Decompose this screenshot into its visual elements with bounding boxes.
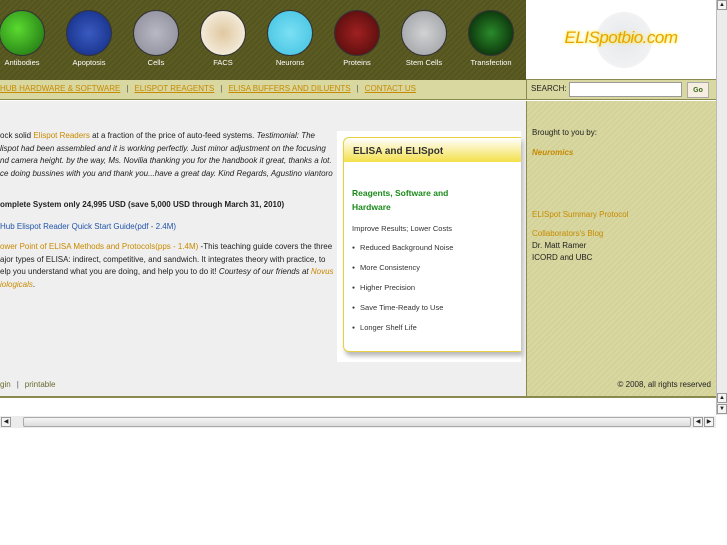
neurons-image (267, 10, 313, 56)
vertical-scrollbar[interactable]: ▲ ▲ ▼ (716, 0, 727, 415)
elispot-protocol-link[interactable]: ELISpot Summary Protocol (532, 210, 628, 219)
horizontal-scroll-thumb[interactable] (23, 417, 691, 427)
powerpoint-paragraph: ower Point of ELISA Methods and Protocol… (0, 242, 334, 289)
promo-bullets: Reduced Background Noise More Consistenc… (352, 243, 453, 343)
nav-hub-hardware[interactable]: HUB HARDWARE & SOFTWARE (0, 84, 120, 93)
nav-sep: | (356, 84, 359, 93)
thumb-label: Proteins (343, 58, 371, 67)
nav-sep: | (220, 84, 223, 93)
price-text: omplete System only 24,995 USD (save 5,0… (0, 200, 285, 209)
thumb-label: Neurons (275, 58, 305, 67)
thumb-label: FACS (213, 58, 233, 67)
stem-cells-image (401, 10, 447, 56)
thumb-neurons[interactable]: Neurons (256, 10, 324, 67)
facs-image (200, 10, 246, 56)
list-item: Longer Shelf Life (352, 323, 453, 343)
thumb-apoptosis[interactable]: Apoptosis (55, 10, 123, 67)
thumb-label: Transfection (470, 58, 512, 67)
intro-paragraph: ock solid Elispot Readers at a fraction … (0, 130, 334, 180)
thumb-label: Apoptosis (72, 58, 106, 67)
nav-contact-us[interactable]: CONTACT US (365, 84, 416, 93)
nav-elisa-buffers[interactable]: ELISA BUFFERS AND DILUENTS (228, 84, 350, 93)
search-bar: SEARCH: Go (526, 80, 716, 100)
thumb-proteins[interactable]: Proteins (323, 10, 391, 67)
search-label: SEARCH: (531, 84, 567, 93)
scroll-right-button[interactable]: ▶ (704, 417, 714, 427)
nav-elispot-reagents[interactable]: ELISPOT REAGENTS (134, 84, 214, 93)
scroll-down-button[interactable]: ▼ (717, 404, 727, 414)
thumb-facs[interactable]: FACS (189, 10, 257, 67)
quick-start-guide-link[interactable]: Hub Elispot Reader Quick Start Guide(pdf… (0, 222, 176, 231)
list-item: More Consistency (352, 263, 453, 283)
header-banner: Antibodies Apoptosis Cells FACS Neurons … (0, 0, 526, 80)
footer-sep: | (16, 380, 19, 389)
go-button[interactable]: Go (687, 82, 709, 98)
thumb-label: Cells (147, 58, 165, 67)
collaborator-org: ICORD and UBC (532, 253, 593, 262)
promo-box: ELISA and ELISpot Reagents, Software and… (343, 137, 521, 352)
apoptosis-image (66, 10, 112, 56)
site-logo[interactable]: ELISpotbio.com (526, 0, 716, 80)
intro-text: at a fraction of the price of auto-feed … (89, 131, 257, 140)
promo-tagline: Improve Results; Lower Costs (352, 224, 453, 233)
collaborators-blog-link[interactable]: Collaborators's Blog (532, 229, 603, 238)
copyright: © 2008, all rights reserved (617, 380, 712, 389)
nav-sep: | (126, 84, 129, 93)
thumb-label: Antibodies (4, 58, 40, 67)
collaborator-name: Dr. Matt Ramer (532, 241, 587, 250)
scroll-up-button-lower[interactable]: ▲ (717, 393, 727, 403)
promo-title: ELISA and ELISpot (344, 138, 521, 162)
top-nav: HUB HARDWARE & SOFTWARE | ELISPOT REAGENTS… (0, 80, 526, 100)
search-input[interactable] (569, 82, 682, 97)
thumb-label: Stem Cells (405, 58, 443, 67)
horizontal-scrollbar[interactable]: ◀ ◀ ▶ (0, 416, 716, 428)
thumb-transfection[interactable]: Transfection (457, 10, 525, 67)
thumb-cells[interactable]: Cells (122, 10, 190, 67)
powerpoint-link[interactable]: ower Point of ELISA Methods and Protocol… (0, 242, 198, 251)
logo-text: ELISpotbio.com (564, 28, 678, 47)
brought-by-text: Brought to you by: (532, 128, 597, 137)
intro-text: ock solid (0, 131, 34, 140)
thumb-antibodies[interactable]: Antibodies (0, 10, 56, 67)
printable-link[interactable]: printable (25, 380, 56, 389)
scroll-up-button[interactable]: ▲ (717, 0, 727, 10)
scroll-left-button-right[interactable]: ◀ (693, 417, 703, 427)
list-item: Save Time-Ready to Use (352, 303, 453, 323)
cells-image (133, 10, 179, 56)
list-item: Reduced Background Noise (352, 243, 453, 263)
antibodies-image (0, 10, 45, 56)
promo-subtitle: Reagents, Software and Hardware (352, 188, 449, 212)
transfection-image (468, 10, 514, 56)
login-link[interactable]: gin (0, 380, 11, 389)
elispot-readers-link[interactable]: Elispot Readers (33, 131, 89, 140)
neuromics-link[interactable]: Neuromics (532, 148, 573, 157)
scroll-left-button[interactable]: ◀ (1, 417, 11, 427)
courtesy-text: Courtesy of our friends at (218, 267, 311, 276)
right-sidebar: Brought to you by: Neuromics ELISpot Sum… (526, 101, 716, 398)
thumb-stem-cells[interactable]: Stem Cells (390, 10, 458, 67)
list-item: Higher Precision (352, 283, 453, 303)
proteins-image (334, 10, 380, 56)
